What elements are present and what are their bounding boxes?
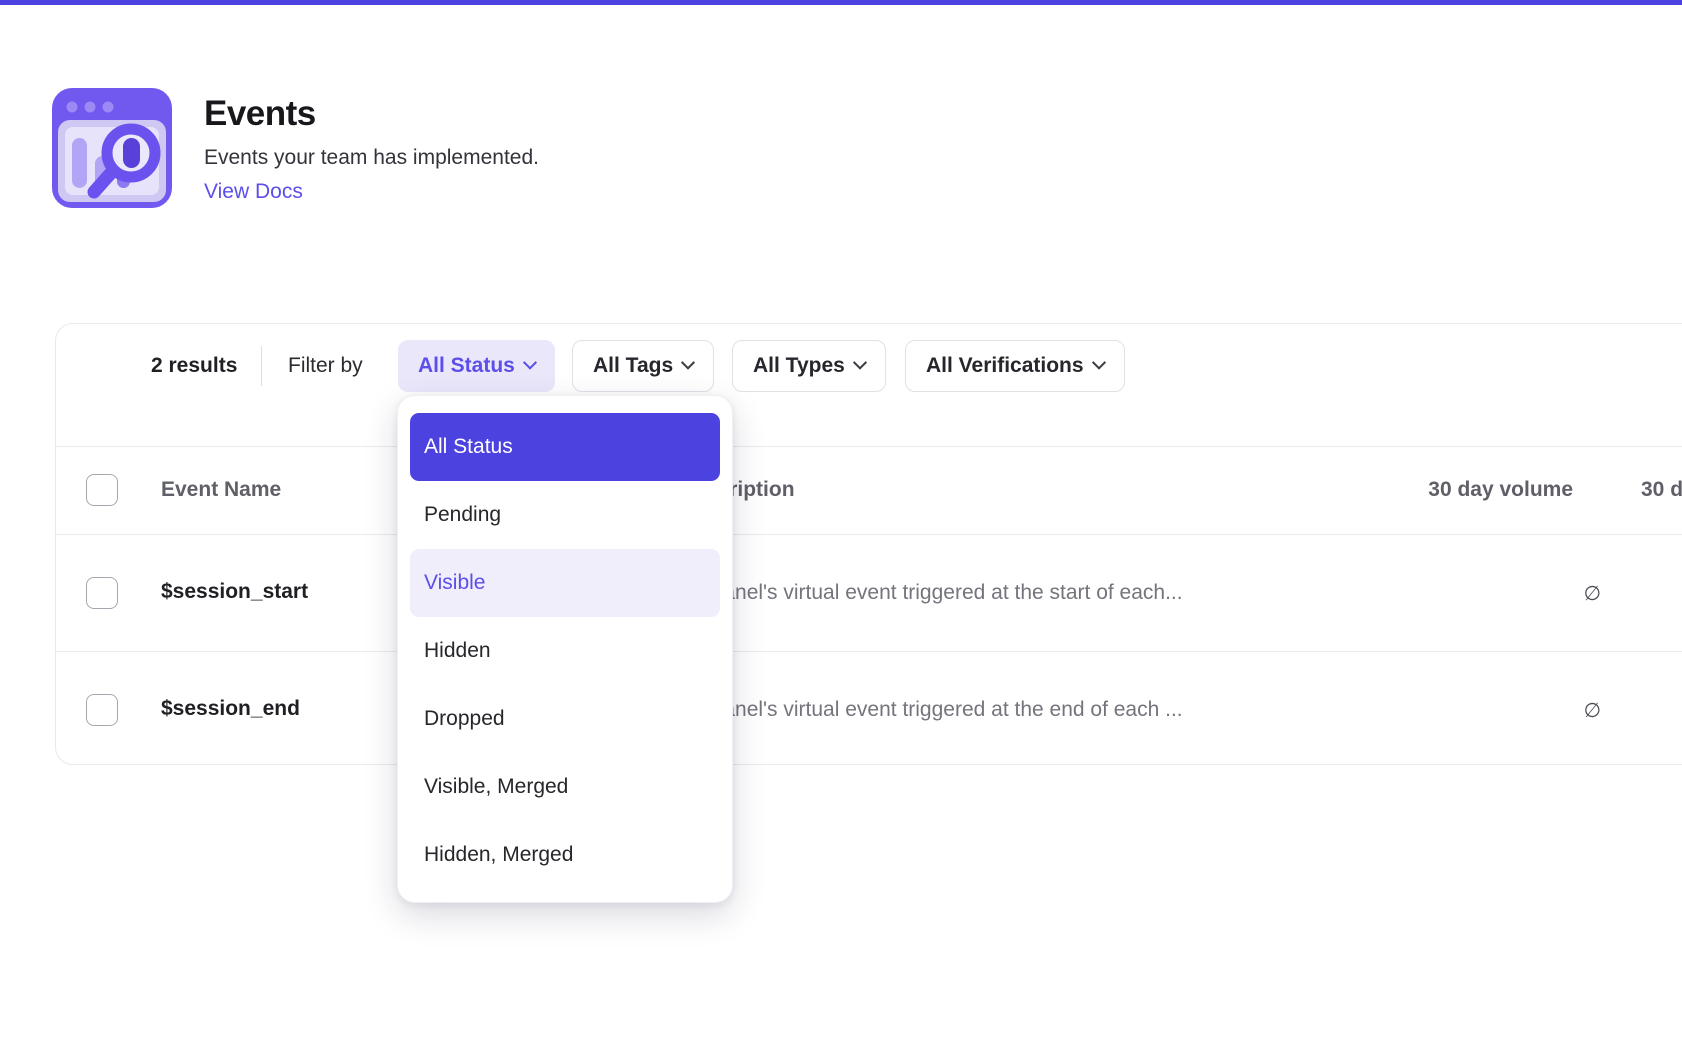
row-divider xyxy=(56,446,1682,447)
chevron-down-icon xyxy=(681,356,695,370)
event-name-cell[interactable]: $session_start xyxy=(161,580,308,604)
page-subtitle: Events your team has implemented. xyxy=(204,146,539,170)
event-description-cell: Mixpanel's virtual event triggered at th… xyxy=(679,581,1183,605)
filter-label: All Status xyxy=(418,354,515,378)
row-checkbox[interactable] xyxy=(86,577,118,609)
chevron-down-icon xyxy=(523,356,537,370)
filter-all-types[interactable]: All Types xyxy=(732,340,886,392)
events-report-icon xyxy=(52,88,172,208)
dropdown-option-dropped[interactable]: Dropped xyxy=(410,685,720,753)
dropdown-option-all-status[interactable]: All Status xyxy=(410,413,720,481)
column-header-30-day-volume[interactable]: 30 day volume xyxy=(1301,478,1573,502)
filter-all-verifications[interactable]: All Verifications xyxy=(905,340,1125,392)
row-divider xyxy=(56,651,1682,652)
event-description-cell: Mixpanel's virtual event triggered at th… xyxy=(679,698,1183,722)
filter-label: All Verifications xyxy=(926,354,1084,378)
status-filter-dropdown: All Status Pending Visible Hidden Droppe… xyxy=(397,395,733,903)
volume-cell: ∅ xyxy=(1301,581,1601,606)
events-table-card: 2 results Filter by All Status All Tags … xyxy=(55,323,1682,765)
filter-label: All Types xyxy=(753,354,845,378)
toolbar-divider xyxy=(261,346,262,386)
filter-label: All Tags xyxy=(593,354,673,378)
row-divider xyxy=(56,534,1682,535)
filter-by-label: Filter by xyxy=(288,350,363,382)
chevron-down-icon xyxy=(853,356,867,370)
dropdown-option-visible[interactable]: Visible xyxy=(410,549,720,617)
events-page: Events Events your team has implemented.… xyxy=(0,0,1682,1046)
dropdown-option-pending[interactable]: Pending xyxy=(410,481,720,549)
select-all-checkbox[interactable] xyxy=(86,474,118,506)
row-checkbox[interactable] xyxy=(86,694,118,726)
results-count: 2 results xyxy=(151,350,237,382)
column-header-clipped[interactable]: 30 d xyxy=(1641,478,1682,502)
page-title: Events xyxy=(204,94,316,134)
top-accent-bar xyxy=(0,0,1682,5)
view-docs-link[interactable]: View Docs xyxy=(204,180,303,204)
filter-all-status[interactable]: All Status xyxy=(398,340,555,392)
filter-all-tags[interactable]: All Tags xyxy=(572,340,714,392)
column-header-event-name[interactable]: Event Name xyxy=(161,478,281,502)
volume-cell: ∅ xyxy=(1301,698,1601,723)
dropdown-option-hidden[interactable]: Hidden xyxy=(410,617,720,685)
dropdown-option-visible-merged[interactable]: Visible, Merged xyxy=(410,753,720,821)
dropdown-option-hidden-merged[interactable]: Hidden, Merged xyxy=(410,821,720,889)
chevron-down-icon xyxy=(1091,356,1105,370)
event-name-cell[interactable]: $session_end xyxy=(161,697,300,721)
